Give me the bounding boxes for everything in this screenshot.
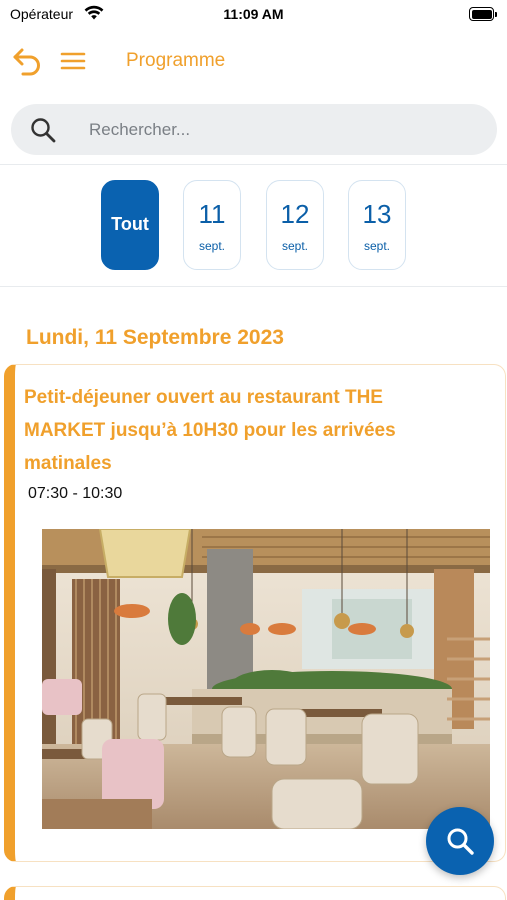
navigation-bar: Programme xyxy=(0,38,507,84)
search-placeholder: Rechercher... xyxy=(89,120,191,139)
divider xyxy=(0,164,507,165)
event-title[interactable]: Petit-déjeuner ouvert au restaurant THE … xyxy=(24,381,464,480)
date-month-label: sept. xyxy=(281,239,308,253)
status-bar: Opérateur 11:09 AM xyxy=(0,0,507,30)
date-filter-day-13[interactable]: 13 sept. xyxy=(348,180,406,270)
hamburger-menu-icon[interactable] xyxy=(58,46,88,76)
back-arrow-icon[interactable] xyxy=(10,44,44,78)
status-time: 11:09 AM xyxy=(223,6,284,22)
event-image xyxy=(42,529,490,829)
date-day-number: 11 xyxy=(198,199,226,229)
date-day-number: 12 xyxy=(280,199,310,229)
battery-icon xyxy=(469,7,497,21)
search-input[interactable]: Rechercher... xyxy=(11,104,497,155)
section-date-heading: Lundi, 11 Septembre 2023 xyxy=(26,326,284,349)
restaurant-interior-photo xyxy=(42,529,490,829)
date-filter-day-12[interactable]: 12 sept. xyxy=(266,180,324,270)
date-month-label: sept. xyxy=(363,239,390,253)
date-filter-all[interactable]: Tout xyxy=(101,180,159,270)
search-icon xyxy=(447,828,474,855)
date-filter-day-11[interactable]: 11 sept. xyxy=(183,180,241,270)
divider xyxy=(0,286,507,287)
date-month-label: sept. xyxy=(198,239,225,253)
date-day-number: 13 xyxy=(362,199,392,229)
page-title: Programme xyxy=(126,50,226,71)
floating-search-button[interactable] xyxy=(426,807,494,875)
event-time: 07:30 - 10:30 xyxy=(28,485,123,502)
search-icon xyxy=(31,118,56,143)
date-filter-all-label: Tout xyxy=(111,214,149,234)
next-event-card[interactable] xyxy=(4,886,506,900)
